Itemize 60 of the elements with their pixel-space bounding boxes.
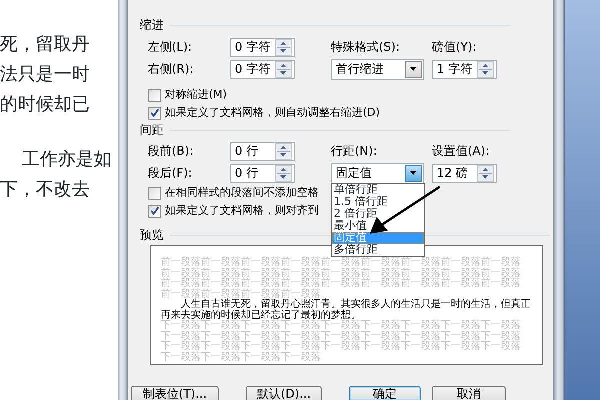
preview-text: 下一段落下一段落下一段落下一段落下一段落下一段落下一段落下一段落下一段落	[161, 332, 522, 342]
checkbox[interactable]	[148, 88, 161, 102]
dialog-button[interactable]: 默认(D)...	[246, 386, 322, 400]
dropdown-option[interactable]: 1.5 倍行距	[332, 196, 424, 208]
checkbox[interactable]	[148, 106, 161, 120]
preview-text: 前一段落前一段落前一段落前一段落前一段落前一段落前一段落前一段落前一段落	[161, 279, 522, 289]
spin-field[interactable]: 0 行	[230, 142, 295, 160]
checkbox-label: 对称缩进(M)	[165, 86, 228, 103]
dropdown-button[interactable]	[405, 164, 422, 182]
caret-icon	[410, 171, 417, 175]
preview-text: 下一段落下一段落下一段落下一段落	[161, 352, 322, 363]
document-text: 工作亦是如	[22, 149, 112, 170]
dialog-button[interactable]: 确定	[349, 386, 421, 400]
preview-text: 前一段落前一段落前一段落前一段落	[161, 290, 321, 300]
preview-text: 人生自古谁无死，留取丹心照汗青。其实很多人的生活只是一时的生活，但真正再来去实施的时候却已经忘记了最初的梦想。	[161, 300, 532, 320]
spin-arrows-icon[interactable]	[275, 164, 292, 182]
dropdown-option[interactable]: 单倍行距	[332, 184, 424, 196]
field-label: 右侧(R):	[148, 61, 195, 78]
field-label: 设置值(A):	[432, 143, 491, 160]
dropdown-button[interactable]	[405, 60, 422, 78]
field-label: 段后(F):	[148, 165, 194, 182]
dropdown-option[interactable]: 多倍行距	[332, 244, 424, 256]
section-title: 缩进	[140, 17, 164, 34]
checkbox[interactable]	[148, 186, 161, 200]
dropdown-field[interactable]: 固定值	[331, 162, 424, 184]
field-label: 左侧(L):	[148, 39, 194, 56]
field-label: 特殊格式(S):	[331, 39, 402, 56]
spin-field[interactable]: 1 字符	[432, 60, 497, 78]
spin-field[interactable]: 12 磅	[432, 164, 497, 182]
spin-field[interactable]: 0 行	[230, 164, 295, 182]
preview-text: 下一段落下一段落下一段落下一段落下一段落下一段落下一段落下一段落下一段落	[161, 321, 522, 331]
spin-arrows-icon[interactable]	[275, 60, 292, 78]
document-text: 死，留取丹	[0, 34, 90, 55]
spin-arrows-icon[interactable]	[275, 38, 292, 56]
checkbox-label: 如果定义了文档网格，则自动调整右缩进(D)	[165, 104, 380, 121]
spin-arrows-icon[interactable]	[275, 142, 292, 160]
spin-arrows-icon[interactable]	[477, 164, 494, 182]
section-title: 预览	[140, 227, 164, 244]
dialog-button[interactable]: 制表位(T)...	[131, 386, 219, 400]
preview-text: 前一段落前一段落前一段落前一段落前一段落前一段落前一段落前一段落前一段落	[161, 268, 522, 278]
document-text: 的时候却已	[0, 94, 90, 115]
field-label: 行距(N):	[331, 143, 378, 160]
document-text: 下，不改去	[0, 179, 90, 200]
checkbox-label: 如果定义了文档网格，则对齐到	[165, 202, 319, 219]
dropdown-field[interactable]: 首行缩进	[331, 58, 424, 80]
field-label: 段前(B):	[148, 143, 195, 160]
spin-field[interactable]: 0 字符	[230, 38, 295, 56]
section-title: 间距	[140, 122, 164, 139]
caret-icon	[410, 67, 417, 71]
field-label: 磅值(Y):	[432, 39, 478, 56]
dialog-button[interactable]: 取消	[432, 386, 506, 400]
spin-arrows-icon[interactable]	[477, 60, 494, 78]
dropdown-option[interactable]: 2 倍行距	[332, 208, 424, 220]
preview-text: 前一段落前一段落前一段落前一段落前一段落前一段落前一段落前一段落前一段落	[161, 258, 522, 268]
checkbox-label: 在相同样式的段落间不添加空格	[165, 184, 319, 201]
dropdown-option[interactable]: 最小值	[332, 220, 424, 232]
preview-text: 下一段落下一段落下一段落下一段落下一段落下一段落下一段落下一段落下一段落	[161, 342, 522, 352]
checkbox[interactable]	[148, 204, 161, 218]
spin-field[interactable]: 0 字符	[230, 60, 295, 78]
document-text: 法只是一时	[0, 64, 90, 85]
